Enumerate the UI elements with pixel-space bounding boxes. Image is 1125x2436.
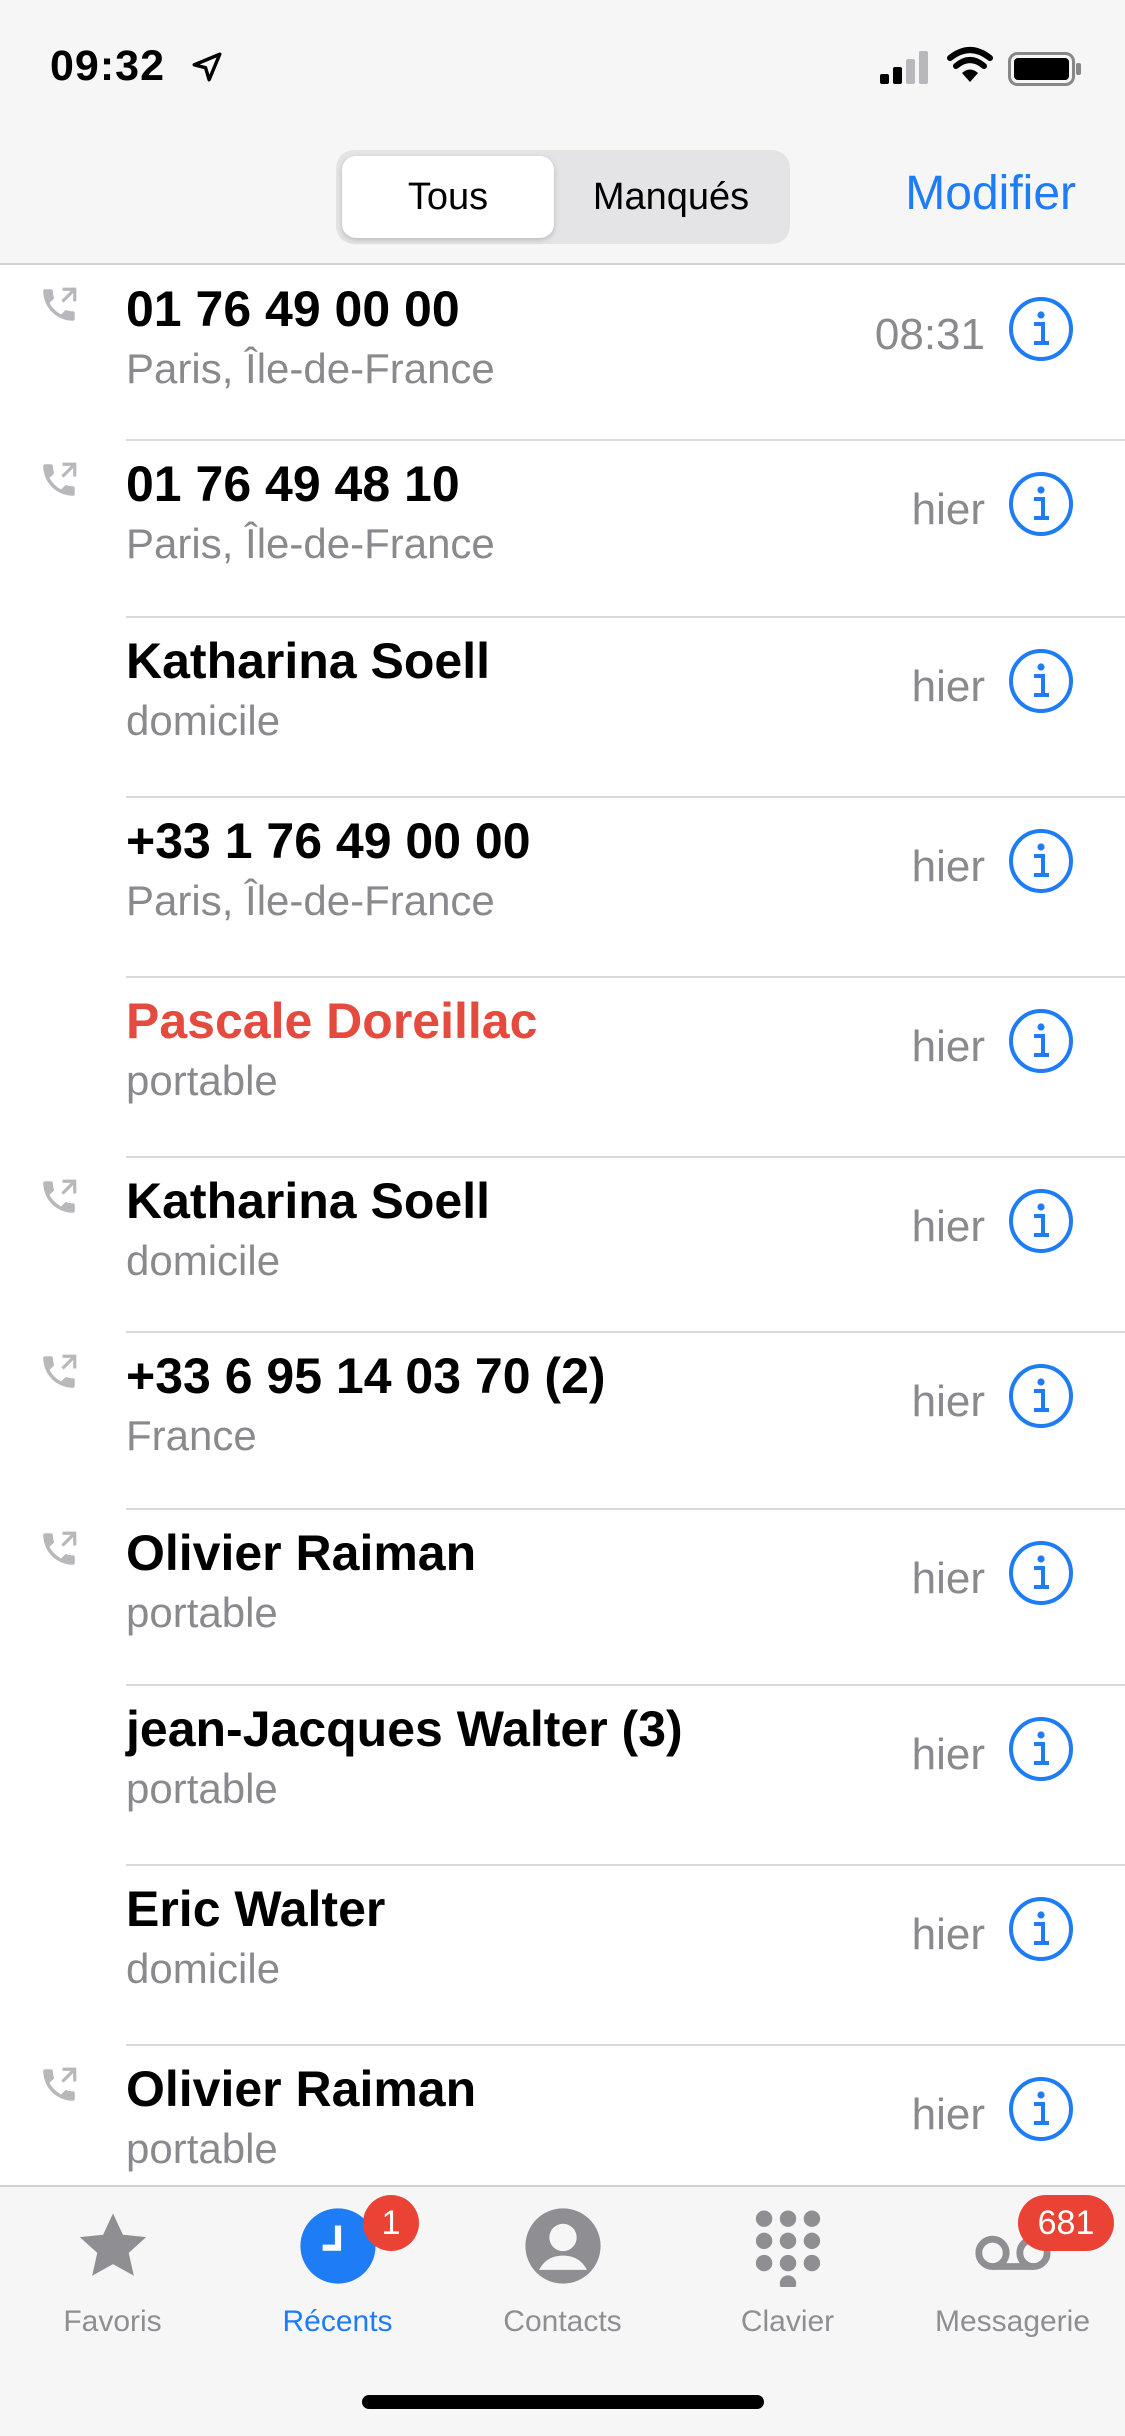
- caller-label: domicile: [126, 1945, 281, 1992]
- caller-label: portable: [126, 1589, 278, 1636]
- tab-person[interactable]: Contacts: [450, 2187, 675, 2347]
- home-indicator: [362, 2395, 764, 2409]
- tab-keypad[interactable]: Clavier: [675, 2187, 900, 2347]
- outgoing-call-icon: [43, 2067, 77, 2101]
- call-time: hier: [911, 1554, 985, 1603]
- recent-calls-list: 01 76 49 00 00 Paris, Île-de-France 08:31 0…: [0, 266, 1125, 2224]
- caller-name: jean-Jacques Walter (3): [126, 1701, 683, 1757]
- status-time: 09:32: [50, 42, 165, 90]
- wifi-icon: [947, 47, 993, 82]
- call-row[interactable]: Katharina Soell domicile hier: [0, 618, 1125, 798]
- caller-label: portable: [126, 2125, 278, 2172]
- tab-label: Récents: [282, 2305, 393, 2338]
- info-icon[interactable]: [1008, 828, 1074, 894]
- caller-label: Paris, Île-de-France: [126, 345, 495, 392]
- location-arrow-icon: [192, 52, 222, 82]
- call-time: hier: [911, 485, 985, 534]
- caller-name: 01 76 49 00 00: [126, 281, 460, 337]
- outgoing-call-icon: [43, 287, 77, 321]
- info-icon[interactable]: [1008, 1363, 1074, 1429]
- call-time: hier: [911, 1022, 985, 1071]
- caller-label: portable: [126, 1765, 278, 1812]
- navigation-header: 09:32 Tous Manqués Modifier: [0, 0, 1125, 265]
- outgoing-call-icon: [43, 1531, 77, 1565]
- info-icon[interactable]: [1008, 296, 1074, 362]
- call-time: 08:31: [874, 310, 985, 359]
- call-time: hier: [911, 2090, 985, 2139]
- call-time: hier: [911, 1910, 985, 1959]
- info-icon[interactable]: [1008, 471, 1074, 537]
- badge-count: 681: [1018, 2195, 1114, 2251]
- info-icon[interactable]: [1008, 1188, 1074, 1254]
- outgoing-call-icon: [43, 462, 77, 496]
- call-time: hier: [911, 662, 985, 711]
- call-row[interactable]: 01 76 49 48 10 Paris, Île-de-France hier: [0, 441, 1125, 618]
- outgoing-call-icon: [43, 1179, 77, 1213]
- call-row[interactable]: Pascale Doreillac portable hier: [0, 978, 1125, 1158]
- caller-name: Olivier Raiman: [126, 1525, 477, 1581]
- caller-name: +33 6 95 14 03 70 (2): [126, 1348, 606, 1404]
- call-row[interactable]: Katharina Soell domicile hier: [0, 1158, 1125, 1333]
- info-icon[interactable]: [1008, 1540, 1074, 1606]
- call-row[interactable]: Olivier Raiman portable hier: [0, 1510, 1125, 1686]
- caller-label: domicile: [126, 697, 281, 744]
- caller-label: Paris, Île-de-France: [126, 520, 495, 567]
- call-time: hier: [911, 1730, 985, 1779]
- outgoing-call-icon: [43, 1354, 77, 1388]
- call-time: hier: [911, 1377, 985, 1426]
- caller-name: Katharina Soell: [126, 633, 490, 689]
- caller-label: portable: [126, 1057, 278, 1104]
- tab-star[interactable]: Favoris: [0, 2187, 225, 2347]
- call-row[interactable]: jean-Jacques Walter (3) portable hier: [0, 1686, 1125, 1866]
- call-row[interactable]: 01 76 49 00 00 Paris, Île-de-France 08:31: [0, 266, 1125, 441]
- tab-label: Messagerie: [934, 2305, 1091, 2338]
- call-filter-segmented-control: Tous Manqués: [336, 150, 790, 244]
- caller-label: Paris, Île-de-France: [126, 877, 495, 924]
- caller-name: 01 76 49 48 10: [126, 456, 460, 512]
- segment-missed[interactable]: Manqués: [558, 156, 784, 238]
- call-time: hier: [911, 1202, 985, 1251]
- info-icon[interactable]: [1008, 1008, 1074, 1074]
- segment-all[interactable]: Tous: [342, 156, 554, 238]
- info-icon[interactable]: [1008, 1896, 1074, 1962]
- caller-name: Eric Walter: [126, 1881, 386, 1937]
- tab-label: Clavier: [740, 2305, 835, 2338]
- tab-label: Favoris: [63, 2305, 162, 2338]
- call-row[interactable]: +33 6 95 14 03 70 (2) France hier: [0, 1333, 1125, 1510]
- caller-name: Pascale Doreillac: [126, 993, 538, 1049]
- info-icon[interactable]: [1008, 2076, 1074, 2142]
- info-icon[interactable]: [1008, 648, 1074, 714]
- caller-name: Katharina Soell: [126, 1173, 490, 1229]
- call-row[interactable]: +33 1 76 49 00 00 Paris, Île-de-France hie…: [0, 798, 1125, 978]
- tab-clock[interactable]: Récents 1: [225, 2187, 450, 2347]
- edit-button[interactable]: Modifier: [905, 166, 1076, 221]
- tab-voicemail[interactable]: Messagerie 681: [900, 2187, 1125, 2347]
- info-icon[interactable]: [1008, 1716, 1074, 1782]
- battery-icon: [1008, 52, 1081, 86]
- person-icon: [522, 2205, 604, 2292]
- tab-label: Contacts: [503, 2305, 622, 2338]
- call-row[interactable]: Eric Walter domicile hier: [0, 1866, 1125, 2046]
- cellular-signal-icon: [880, 51, 928, 84]
- caller-label: France: [126, 1412, 257, 1459]
- badge-count: 1: [363, 2195, 419, 2251]
- keypad-icon: [747, 2205, 829, 2292]
- caller-name: +33 1 76 49 00 00: [126, 813, 531, 869]
- call-time: hier: [911, 842, 985, 891]
- star-icon: [72, 2205, 154, 2292]
- caller-name: Olivier Raiman: [126, 2061, 477, 2117]
- caller-label: domicile: [126, 1237, 281, 1284]
